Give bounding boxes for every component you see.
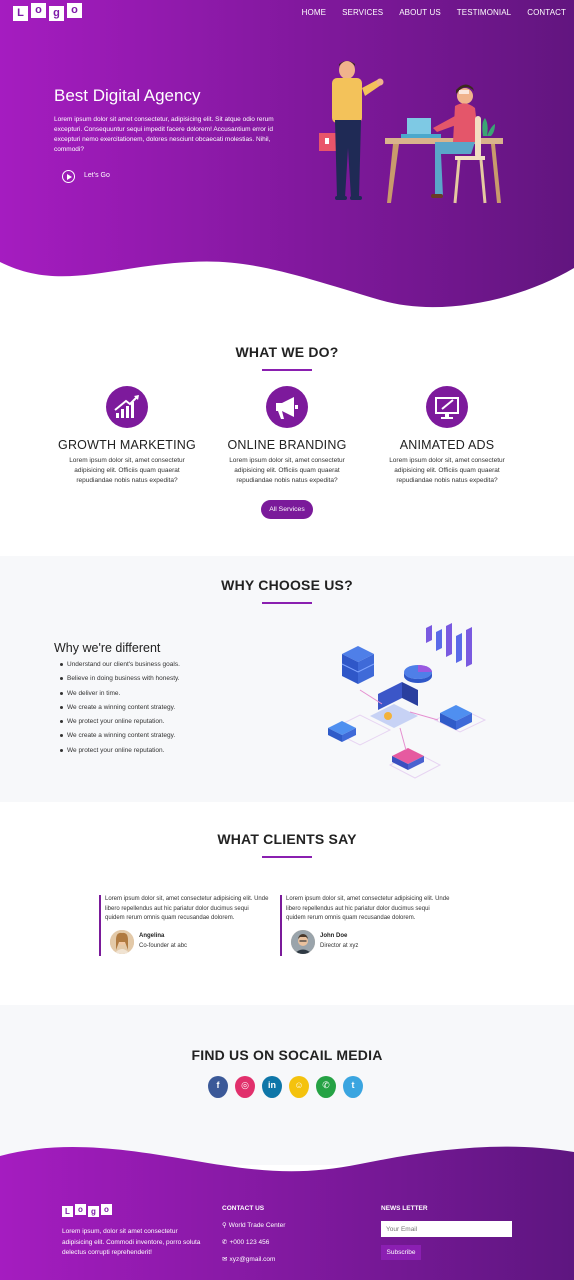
logo-letter: o — [75, 1204, 86, 1215]
contact-title: CONTACT US — [222, 1205, 265, 1212]
footer-about-text: Lorem ipsum, dolor sit amet consectetur … — [62, 1228, 201, 1256]
testimonial-name: John Doe — [320, 932, 348, 939]
email-line: ✉ xyz@gmail.com — [222, 1255, 275, 1263]
avatar — [110, 929, 134, 954]
social-title: FIND US ON SOCAIL MEDIA — [191, 1047, 383, 1063]
service-text: Lorem ipsum dolor sit, amet consectetur … — [229, 457, 345, 484]
snapchat-icon[interactable]: ☺ — [289, 1076, 309, 1098]
linkedin-icon[interactable]: in — [262, 1076, 282, 1098]
all-services-button[interactable]: All Services — [261, 500, 313, 519]
title-underline — [262, 369, 312, 371]
phone-line: ✆ +000 123 456 — [222, 1238, 269, 1246]
avatar — [291, 929, 315, 954]
service-title: ANIMATED ADS — [399, 438, 495, 452]
hero-title: Best Digital Agency — [54, 86, 201, 105]
list-item: We protect your online reputation. — [60, 718, 180, 732]
logo-letter: g — [49, 6, 64, 21]
megaphone-icon — [266, 386, 308, 428]
envelope-icon: ✉ — [222, 1256, 228, 1263]
address-line: ⚲ World Trade Center — [222, 1221, 285, 1229]
title-underline — [262, 602, 312, 604]
service-card-branding: ONLINE BRANDING Lorem ipsum dolor sit, a… — [207, 386, 367, 486]
facebook-icon[interactable]: f — [208, 1076, 228, 1098]
list-item: We create a winning content strategy. — [60, 704, 180, 718]
testimonial-card: Lorem ipsum dolor sit, amet consectetur … — [99, 895, 269, 956]
service-card-ads: ANIMATED ADS Lorem ipsum dolor sit, amet… — [367, 386, 527, 486]
logo-letter: o — [31, 3, 46, 18]
lets-go-link[interactable]: Let's Go — [84, 172, 110, 179]
logo-letter: o — [101, 1204, 112, 1215]
social-icons: f ◎ in ☺ ✆ t — [208, 1076, 363, 1098]
testimonial-card: Lorem ipsum dolor sit, amet consectetur … — [280, 895, 450, 956]
logo[interactable]: L o g o — [13, 3, 82, 21]
service-title: ONLINE BRANDING — [227, 438, 347, 452]
nav-link-contact[interactable]: CONTACT — [527, 8, 566, 17]
play-circle-icon[interactable] — [62, 170, 75, 183]
email-text[interactable]: xyz@gmail.com — [229, 1256, 275, 1263]
title-underline — [262, 856, 312, 858]
whatsapp-icon[interactable]: ✆ — [316, 1076, 336, 1098]
list-item: We create a winning content strategy. — [60, 732, 180, 746]
phone-text: +000 123 456 — [229, 1239, 270, 1246]
testimonial-role: Director at xyz — [320, 942, 359, 949]
reasons-list: Understand our client's business goals. … — [60, 661, 180, 761]
newsletter-email-input[interactable] — [381, 1221, 512, 1237]
testimonial-name: Angelina — [139, 932, 165, 939]
map-pin-icon: ⚲ — [222, 1222, 227, 1229]
twitter-icon[interactable]: t — [343, 1076, 363, 1098]
nav-link-services[interactable]: SERVICES — [342, 8, 383, 17]
why-different-title: Why we're different — [54, 641, 161, 655]
list-item: We protect your online reputation. — [60, 747, 180, 761]
testimonial-text: Lorem ipsum dolor sit, amet consectetur … — [105, 896, 269, 921]
nav-link-home[interactable]: HOME — [302, 8, 326, 17]
testimonial-role: Co-founder at abc — [139, 942, 188, 949]
footer-logo[interactable]: L o g o — [62, 1204, 112, 1217]
testimonial-author: Angelina Co-founder at abc — [105, 929, 269, 956]
nav-link-testimonial[interactable]: TESTIMONIAL — [457, 8, 511, 17]
list-item: Believe in doing business with honesty. — [60, 675, 180, 689]
what-we-do-title: WHAT WE DO? — [235, 344, 339, 360]
address-text: World Trade Center — [228, 1222, 286, 1229]
nav-link-about[interactable]: ABOUT US — [399, 8, 441, 17]
logo-letter: g — [88, 1206, 99, 1217]
nav-menu: HOME SERVICES ABOUT US TESTIMONIAL CONTA… — [302, 8, 566, 17]
navbar: L o g o HOME SERVICES ABOUT US TESTIMONI… — [0, 0, 574, 26]
newsletter-title: NEWS LETTER — [381, 1205, 428, 1212]
list-item: We deliver in time. — [60, 690, 180, 704]
list-item: Understand our client's business goals. — [60, 661, 180, 675]
hero-text: Lorem ipsum dolor sit amet consectetur, … — [54, 116, 274, 153]
monitor-pen-icon — [426, 386, 468, 428]
testimonial-text: Lorem ipsum dolor sit, amet consectetur … — [286, 896, 450, 921]
hero-illustration — [319, 61, 503, 204]
why-choose-title: WHY CHOOSE US? — [221, 577, 353, 593]
logo-letter: o — [67, 3, 82, 18]
isometric-illustration — [328, 623, 487, 779]
service-card-growth: GROWTH MARKETING Lorem ipsum dolor sit, … — [47, 386, 207, 486]
logo-letter: L — [62, 1206, 73, 1217]
subscribe-button[interactable]: Subscribe — [381, 1245, 421, 1260]
growth-chart-icon — [106, 386, 148, 428]
service-title: GROWTH MARKETING — [58, 438, 196, 452]
instagram-icon[interactable]: ◎ — [235, 1076, 255, 1098]
logo-letter: L — [13, 6, 28, 21]
service-text: Lorem ipsum dolor sit, amet consectetur … — [389, 457, 505, 484]
hero-section: L o g o HOME SERVICES ABOUT US TESTIMONI… — [0, 0, 574, 312]
testimonial-author: John Doe Director at xyz — [286, 929, 450, 956]
service-text: Lorem ipsum dolor sit, amet consectetur … — [69, 457, 185, 484]
phone-icon: ✆ — [222, 1239, 228, 1246]
clients-title: WHAT CLIENTS SAY — [217, 831, 357, 847]
